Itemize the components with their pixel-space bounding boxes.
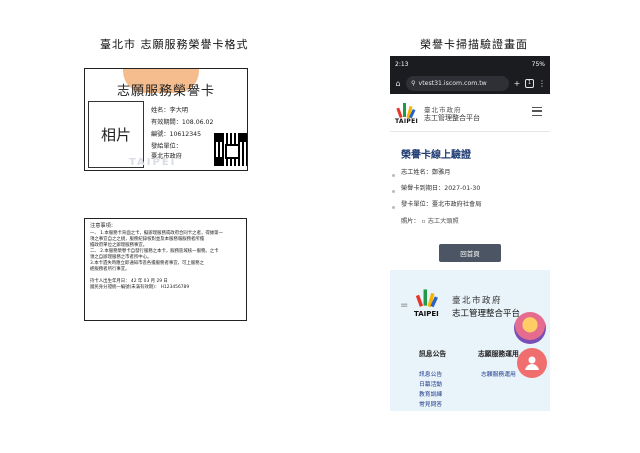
site-subtitle: 志工管理整合平台 <box>424 114 480 122</box>
broken-image-icon: ▫ <box>421 218 426 225</box>
phone-screenshot: 2:13 75% ⌂ ⚲ vtest31.iscom.com.tw + 1 ⋮ … <box>390 56 550 411</box>
avatar[interactable] <box>514 312 546 344</box>
url-text: vtest31.iscom.com.tw <box>418 79 487 87</box>
footer-link[interactable]: 常見問答 <box>419 399 442 408</box>
footer-link[interactable]: 志願服務運用 <box>481 369 516 378</box>
left-heading: 臺北市 志願服務榮譽卡格式 <box>100 38 249 51</box>
tab-count-button[interactable]: 1 <box>525 78 534 88</box>
photo-label: 照片： <box>401 218 420 225</box>
menu-dots-icon[interactable]: ⋮ <box>538 79 546 88</box>
footer-menu-icon[interactable]: = <box>400 300 408 311</box>
side-marks <box>392 174 395 222</box>
card-back: 注意事項： 一、 1.本服務卡背面之卡，擬辦理服務或政府合同卡之者，得據第一 項… <box>84 218 247 321</box>
browser-url-bar: ⌂ ⚲ vtest31.iscom.com.tw + 1 ⋮ <box>390 72 550 94</box>
footer-heading-news: 訊息公告 <box>419 350 447 358</box>
footer-link[interactable]: 訊息公告 <box>419 369 442 378</box>
chat-icon[interactable] <box>517 348 547 378</box>
status-bar: 2:13 75% <box>390 56 550 72</box>
footer-heading-service: 志願服務運用 <box>478 350 519 358</box>
lock-icon: ⚲ <box>411 79 416 87</box>
page-title: 榮譽卡線上驗證 <box>401 150 471 161</box>
status-time: 2:13 <box>395 60 409 68</box>
hamburger-icon[interactable] <box>532 107 542 116</box>
issuing-unit: 發卡單位：臺北市政府社會局 <box>401 201 482 208</box>
card-front: 志願服務榮譽卡 相片 姓名：李大明 有效期間：108.06.02 編號：1061… <box>84 68 248 171</box>
footer-site-name: 臺北市政府 <box>452 296 503 306</box>
card-holder-id: 國民身分證統一編號(未滿有效期)： H123456789 <box>90 285 190 290</box>
photo-field: 照片： ▫ 志工大頭照 <box>401 216 459 225</box>
url-input[interactable]: ⚲ vtest31.iscom.com.tw <box>406 75 509 91</box>
home-icon[interactable]: ⌂ <box>394 79 402 88</box>
card-number: 編號：10612345 <box>151 131 202 138</box>
footer-logo-text: TAIPEI <box>414 310 439 318</box>
battery-level: 75% <box>531 60 545 68</box>
card-back-title: 注意事項： <box>90 223 116 229</box>
card-name: 姓名：李大明 <box>151 107 189 114</box>
volunteer-name: 志工姓名：鄭雅月 <box>401 169 451 176</box>
card-expiry: 榮譽卡到期日：2027-01-30 <box>401 185 481 192</box>
card-unit-label: 發給單位： <box>151 143 182 150</box>
site-footer: = TAIPEI 臺北市政府 志工管理整合平台 訊息公告 志願服務運用 訊息公告… <box>390 270 550 411</box>
plus-icon[interactable]: + <box>513 79 521 88</box>
card-valid: 有效期間：108.06.02 <box>151 119 214 126</box>
logo-text: TAIPEI <box>395 118 419 125</box>
card-title: 志願服務榮譽卡 <box>116 84 215 99</box>
qr-code-icon <box>214 133 247 166</box>
photo-alt-text: 志工大頭照 <box>427 218 459 225</box>
footer-link[interactable]: 教育訓練 <box>419 389 442 398</box>
card-watermark: TAIPEI <box>129 157 177 168</box>
site-header: TAIPEI 臺北市政府 志工管理整合平台 <box>390 94 550 132</box>
home-button[interactable]: 回首頁 <box>439 244 501 262</box>
right-heading: 榮譽卡掃描驗證畫面 <box>420 38 528 51</box>
footer-link[interactable]: 日幕活動 <box>419 379 442 388</box>
footer-site-subtitle: 志工管理整合平台 <box>452 309 521 319</box>
